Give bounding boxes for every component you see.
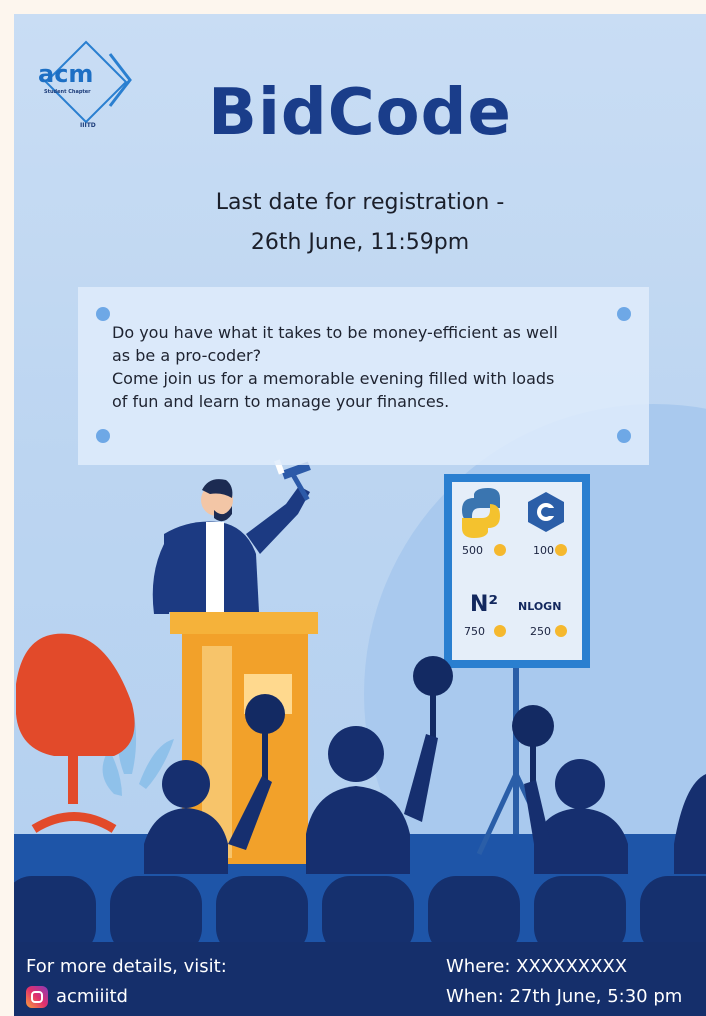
auction-illustration (14, 40, 706, 1016)
footer-details-text: For more details, visit: (26, 956, 227, 977)
description-line: of fun and learn to manage your finances… (112, 392, 450, 411)
board-label-nlogn: NLOGN (518, 600, 562, 613)
instagram-handle[interactable]: acmiiitd (56, 986, 128, 1007)
coin-icon (555, 625, 567, 637)
registration-line-1: Last date for registration - (215, 190, 505, 215)
instagram-icon[interactable] (26, 986, 48, 1008)
coin-icon (494, 544, 506, 556)
description-text: Do you have what it takes to be money-ef… (112, 321, 622, 413)
pin-icon (617, 429, 631, 443)
board-price-n-squared: 750 (464, 625, 485, 638)
coin-icon (555, 544, 567, 556)
pin-icon (96, 307, 110, 321)
board-label-n-squared: N² (470, 592, 499, 617)
board-price-python: 500 (462, 544, 483, 557)
registration-deadline: 26th June, 11:59pm (250, 230, 470, 255)
description-line: Do you have what it takes to be money-ef… (112, 323, 558, 342)
coin-icon (494, 625, 506, 637)
pin-icon (617, 307, 631, 321)
event-poster: acm Student Chapter IIITD BidCode Last d… (14, 14, 706, 1016)
auctioneer-illustration (152, 459, 311, 614)
description-box: Do you have what it takes to be money-ef… (78, 287, 649, 465)
board-price-cpp: 100 (533, 544, 554, 557)
board-price-nlogn: 250 (530, 625, 551, 638)
description-line: as be a pro-coder? (112, 346, 262, 365)
description-line: Come join us for a memorable evening fil… (112, 369, 555, 388)
event-time: When: 27th June, 5:30 pm (446, 986, 683, 1007)
red-chair-illustration (16, 633, 135, 833)
event-location: Where: XXXXXXXXX (446, 956, 628, 977)
pin-icon (96, 429, 110, 443)
event-title: BidCode (208, 76, 512, 150)
